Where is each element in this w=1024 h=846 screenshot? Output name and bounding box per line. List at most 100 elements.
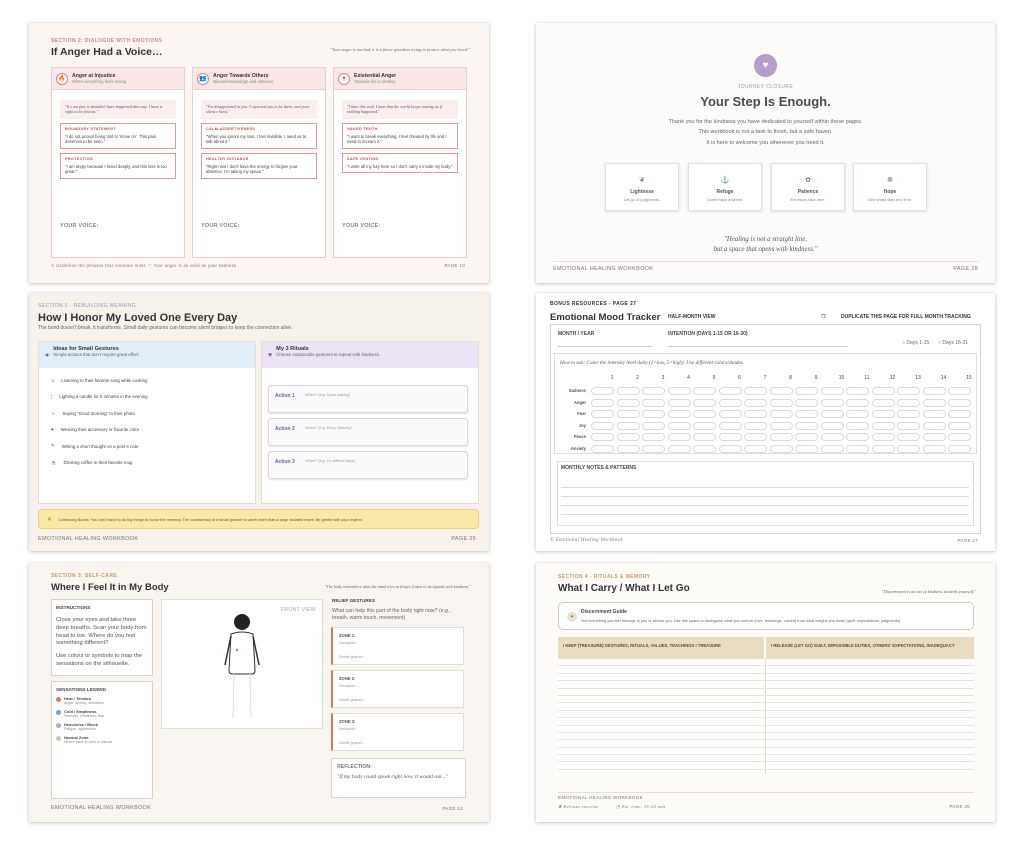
intensity-cell[interactable] [948, 387, 971, 395]
intensity-cell[interactable] [744, 444, 767, 453]
write-line[interactable] [558, 733, 764, 741]
intensity-cell[interactable] [591, 398, 614, 407]
intensity-cell[interactable] [718, 410, 742, 418]
write-line[interactable] [558, 696, 764, 704]
your-voice-field[interactable]: YOUR VOICE: [60, 223, 99, 229]
intensity-cell[interactable] [846, 398, 869, 407]
intensity-cell[interactable] [795, 410, 818, 418]
action-field-3[interactable]: Action 3 When? (e.g. On difficult days) [268, 451, 468, 479]
intensity-cell[interactable] [693, 421, 716, 430]
intensity-cell[interactable] [616, 410, 640, 418]
write-line[interactable] [766, 674, 974, 682]
write-line[interactable] [766, 659, 974, 667]
intensity-cell[interactable] [591, 410, 614, 418]
intensity-cell[interactable] [693, 433, 716, 441]
intensity-cell[interactable] [820, 421, 844, 430]
intensity-cell[interactable] [693, 398, 716, 407]
intensity-cell[interactable] [948, 433, 971, 441]
intensity-cell[interactable] [948, 398, 971, 407]
intensity-cell[interactable] [616, 444, 640, 453]
intensity-cell[interactable] [871, 410, 895, 418]
write-line[interactable] [766, 681, 974, 689]
intensity-cell[interactable] [693, 444, 716, 453]
intensity-cell[interactable] [897, 410, 920, 418]
month-field[interactable]: MONTH / YEAR [558, 331, 594, 337]
intensity-cell[interactable] [795, 387, 818, 395]
write-line[interactable] [558, 755, 764, 763]
intensity-cell[interactable] [769, 387, 793, 395]
intensity-cell[interactable] [922, 421, 946, 430]
intensity-cell[interactable] [846, 387, 869, 395]
radio-days-16-31[interactable]: ○ Days 16-31 [938, 340, 968, 346]
intensity-cell[interactable] [922, 410, 946, 418]
intensity-cell[interactable] [616, 433, 640, 441]
intensity-cell[interactable] [820, 444, 844, 453]
intensity-cell[interactable] [820, 410, 844, 418]
intensity-cell[interactable] [642, 421, 665, 430]
write-line[interactable] [766, 733, 974, 741]
intensity-cell[interactable] [744, 387, 767, 395]
intensity-cell[interactable] [642, 444, 665, 453]
write-line[interactable] [558, 748, 764, 756]
intensity-cell[interactable] [667, 433, 691, 441]
intensity-cell[interactable] [795, 433, 818, 441]
write-line[interactable] [558, 689, 764, 696]
intensity-cell[interactable] [846, 444, 869, 453]
write-line[interactable] [558, 659, 764, 667]
intensity-cell[interactable] [718, 421, 742, 430]
intensity-cell[interactable] [948, 444, 971, 453]
intensity-cell[interactable] [795, 421, 818, 430]
intensity-cell[interactable] [591, 387, 614, 395]
intensity-cell[interactable] [897, 433, 920, 441]
write-line[interactable] [558, 711, 764, 719]
intensity-cell[interactable] [897, 398, 920, 407]
intensity-cell[interactable] [718, 433, 742, 441]
intensity-cell[interactable] [744, 398, 767, 407]
intensity-cell[interactable] [795, 444, 818, 453]
intensity-cell[interactable] [667, 387, 691, 395]
write-line[interactable] [766, 762, 974, 770]
intensity-cell[interactable] [871, 444, 895, 453]
intensity-cell[interactable] [744, 421, 767, 430]
intensity-cell[interactable] [897, 387, 920, 395]
intensity-cell[interactable] [871, 387, 895, 395]
intensity-cell[interactable] [871, 421, 895, 430]
write-line[interactable] [766, 666, 974, 674]
intensity-cell[interactable] [667, 398, 691, 407]
intensity-cell[interactable] [642, 433, 665, 441]
intensity-cell[interactable] [769, 433, 793, 441]
intensity-cell[interactable] [820, 433, 844, 441]
intensity-cell[interactable] [897, 421, 920, 430]
zone-entry[interactable]: ZONE 3: Sensation: Gentle gesture: [331, 713, 464, 751]
intensity-cell[interactable] [642, 387, 665, 395]
intensity-cell[interactable] [948, 421, 971, 430]
intention-field[interactable]: INTENTION (DAYS 1-15 OR 16-30) [668, 331, 748, 337]
intensity-cell[interactable] [820, 398, 844, 407]
intensity-cell[interactable] [795, 398, 818, 407]
intensity-cell[interactable] [642, 398, 665, 407]
write-line[interactable] [558, 762, 764, 770]
write-line[interactable] [766, 740, 974, 748]
intensity-cell[interactable] [922, 387, 946, 395]
radio-days-1-15[interactable]: ○ Days 1-15 [902, 340, 929, 346]
intensity-cell[interactable] [718, 387, 742, 395]
release-lines[interactable] [766, 659, 974, 774]
intensity-cell[interactable] [744, 433, 767, 441]
intensity-cell[interactable] [922, 444, 946, 453]
zone-entry[interactable]: ZONE 1: Sensation: Gentle gesture: [331, 627, 464, 665]
intensity-cell[interactable] [922, 433, 946, 441]
intensity-cell[interactable] [948, 410, 971, 418]
action-field-1[interactable]: Action 1 When? (e.g. Upon waking) [268, 385, 468, 413]
intensity-cell[interactable] [718, 398, 742, 407]
write-line[interactable] [766, 748, 974, 756]
intensity-cell[interactable] [769, 444, 793, 453]
write-line[interactable] [558, 681, 764, 689]
intensity-cell[interactable] [667, 444, 691, 453]
intensity-cell[interactable] [871, 433, 895, 441]
write-line[interactable] [766, 689, 974, 696]
intensity-cell[interactable] [616, 421, 640, 430]
write-line[interactable] [766, 726, 974, 733]
intensity-cell[interactable] [922, 398, 946, 407]
zone-entry[interactable]: ZONE 2: Sensation: Gentle gesture: [331, 670, 464, 708]
write-line[interactable] [766, 696, 974, 704]
